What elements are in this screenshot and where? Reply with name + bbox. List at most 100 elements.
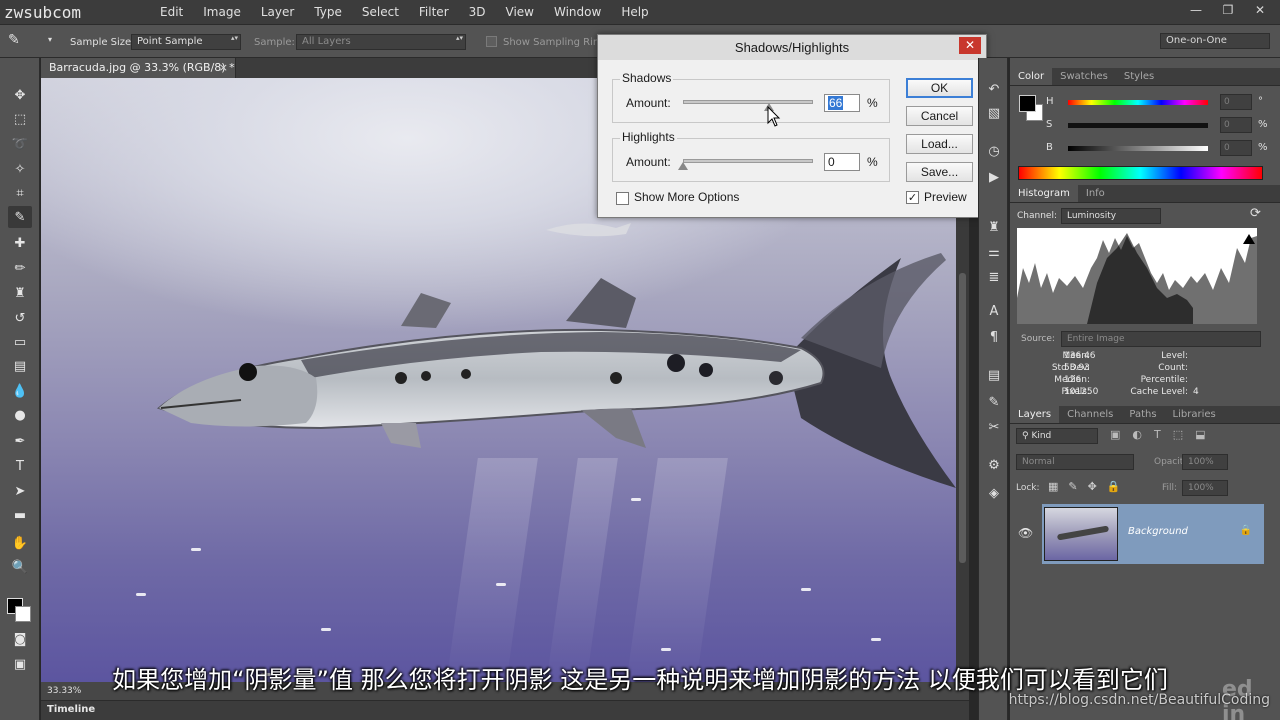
preview-checkbox[interactable]: ✓ (906, 191, 919, 204)
load-button[interactable]: Load... (906, 134, 973, 154)
eyedropper-tool-icon[interactable]: ✎ (8, 206, 32, 228)
close-icon[interactable]: × (219, 58, 228, 78)
timeline-panel[interactable]: Timeline (41, 700, 969, 720)
save-button[interactable]: Save... (906, 162, 973, 182)
blend-mode-select[interactable]: Normal (1016, 454, 1134, 470)
shadows-amount-input[interactable]: 66 (824, 94, 860, 112)
workspace-select[interactable]: One-on-One (1160, 33, 1270, 49)
background-color-swatch[interactable] (15, 606, 31, 622)
layer-row-background[interactable]: Background 🔒 (1042, 504, 1264, 564)
fill-input[interactable]: 100% (1182, 480, 1228, 496)
minimize-button[interactable]: — (1180, 0, 1212, 20)
properties-icon[interactable]: ⚙ (984, 456, 1004, 476)
brightness-slider[interactable] (1068, 146, 1208, 151)
sample-size-select[interactable]: Point Sample (131, 34, 241, 50)
quick-select-tool-icon[interactable]: ✧ (8, 158, 32, 180)
tab-swatches[interactable]: Swatches (1052, 68, 1116, 85)
show-more-options-label[interactable]: Show More Options (634, 190, 739, 204)
type-tool-icon[interactable]: T (8, 455, 32, 477)
clone-source-icon[interactable]: ♜ (984, 218, 1004, 238)
cancel-button[interactable]: Cancel (906, 106, 973, 126)
menu-item-filter[interactable]: Filter (409, 0, 459, 24)
tab-histogram[interactable]: Histogram (1010, 185, 1078, 202)
close-window-button[interactable]: ✕ (1244, 0, 1276, 20)
tab-paths[interactable]: Paths (1121, 406, 1164, 423)
menu-item-edit[interactable]: Edit (150, 0, 193, 24)
sampling-ring-checkbox[interactable] (486, 36, 497, 47)
notes-icon[interactable]: ✎ (984, 393, 1004, 413)
zoom-tool-icon[interactable]: 🔍 (8, 556, 32, 578)
tab-color[interactable]: Color (1010, 68, 1053, 85)
menu-item-3d[interactable]: 3D (459, 0, 496, 24)
path-selection-tool-icon[interactable]: ➤ (8, 480, 32, 502)
hue-slider[interactable] (1068, 100, 1208, 105)
tool-presets-icon[interactable]: ◷ (984, 142, 1004, 162)
visibility-eye-icon[interactable]: 👁 (1018, 526, 1033, 540)
character-icon[interactable]: A (984, 302, 1004, 322)
layer-filter-icons[interactable]: ▣◐T⬚⬓ (1110, 428, 1218, 441)
s-value-input[interactable]: 0 (1220, 117, 1252, 133)
tab-libraries[interactable]: Libraries (1165, 406, 1224, 423)
document-tab[interactable]: Barracuda.jpg @ 33.3% (RGB/8) * × (41, 58, 236, 78)
highlights-amount-input[interactable]: 0 (824, 153, 860, 171)
hand-tool-icon[interactable]: ✋ (8, 532, 32, 554)
healing-brush-tool-icon[interactable]: ✚ (8, 232, 32, 254)
menu-item-window[interactable]: Window (544, 0, 611, 24)
refresh-icon[interactable]: ⟳ (1250, 206, 1261, 221)
menu-item-select[interactable]: Select (352, 0, 409, 24)
preview-label[interactable]: Preview (924, 190, 967, 204)
menu-item-view[interactable]: View (496, 0, 544, 24)
restore-button[interactable]: ❐ (1212, 0, 1244, 20)
marquee-tool-icon[interactable]: ⬚ (8, 108, 32, 130)
dodge-tool-icon[interactable]: ● (8, 404, 32, 426)
eraser-tool-icon[interactable]: ▭ (8, 331, 32, 353)
color-spectrum-ramp[interactable] (1018, 166, 1263, 180)
menu-item-help[interactable]: Help (611, 0, 658, 24)
rectangle-tool-icon[interactable]: ▬ (8, 504, 32, 526)
history-icon[interactable]: ↶ (984, 80, 1004, 100)
pen-tool-icon[interactable]: ✒ (8, 430, 32, 452)
lock-icons[interactable]: ▦✎✥🔒 (1048, 480, 1131, 493)
highlights-slider-thumb[interactable] (678, 162, 688, 170)
tab-info[interactable]: Info (1078, 185, 1113, 202)
menu-item-layer[interactable]: Layer (251, 0, 304, 24)
paragraph-icon[interactable]: ¶ (984, 328, 1004, 348)
eyedropper-icon[interactable]: ✎ (8, 32, 20, 48)
brush-tool-icon[interactable]: ✏ (8, 257, 32, 279)
tab-layers[interactable]: Layers (1010, 406, 1060, 423)
scrollbar-thumb[interactable] (959, 273, 966, 563)
styles-icon[interactable]: ≣ (984, 268, 1004, 288)
crop-tool-icon[interactable]: ⌗ (8, 182, 32, 204)
b-value-input[interactable]: 0 (1220, 140, 1252, 156)
actions-icon[interactable]: ▶ (984, 168, 1004, 188)
tab-channels[interactable]: Channels (1059, 406, 1121, 423)
dialog-title[interactable]: Shadows/Highlights (598, 35, 986, 60)
brush-preset-icon[interactable]: ▧ (984, 104, 1004, 124)
gradient-tool-icon[interactable]: ▤ (8, 355, 32, 377)
dialog-close-button[interactable]: ✕ (959, 37, 981, 54)
show-more-options-checkbox[interactable] (616, 192, 629, 205)
libraries-icon[interactable]: ▤ (984, 366, 1004, 386)
blur-tool-icon[interactable]: 💧 (8, 380, 32, 402)
info-icon[interactable]: ◈ (984, 484, 1004, 504)
opacity-input[interactable]: 100% (1182, 454, 1228, 470)
tools-icon[interactable]: ✂ (984, 418, 1004, 438)
menu-item-type[interactable]: Type (304, 0, 352, 24)
clone-stamp-tool-icon[interactable]: ♜ (8, 282, 32, 304)
quick-mask-icon[interactable]: ◙ (8, 628, 32, 650)
shadows-amount-slider[interactable] (683, 100, 813, 104)
layer-filter-select[interactable]: ⚲ Kind (1016, 428, 1098, 444)
h-value-input[interactable]: 0 (1220, 94, 1252, 110)
lasso-tool-icon[interactable]: ➰ (8, 133, 32, 155)
source-select[interactable]: Entire Image (1061, 331, 1261, 347)
channel-select[interactable]: Luminosity (1061, 208, 1161, 224)
tool-preset-chevron-icon[interactable]: ▾ (48, 35, 52, 44)
sample-select[interactable]: All Layers (296, 34, 466, 50)
ok-button[interactable]: OK (906, 78, 973, 98)
menu-item-image[interactable]: Image (193, 0, 251, 24)
saturation-slider[interactable] (1068, 123, 1208, 128)
tab-styles[interactable]: Styles (1116, 68, 1162, 85)
move-tool-icon[interactable]: ✥ (8, 84, 32, 106)
highlights-amount-slider[interactable] (683, 159, 813, 163)
history-brush-tool-icon[interactable]: ↺ (8, 307, 32, 329)
